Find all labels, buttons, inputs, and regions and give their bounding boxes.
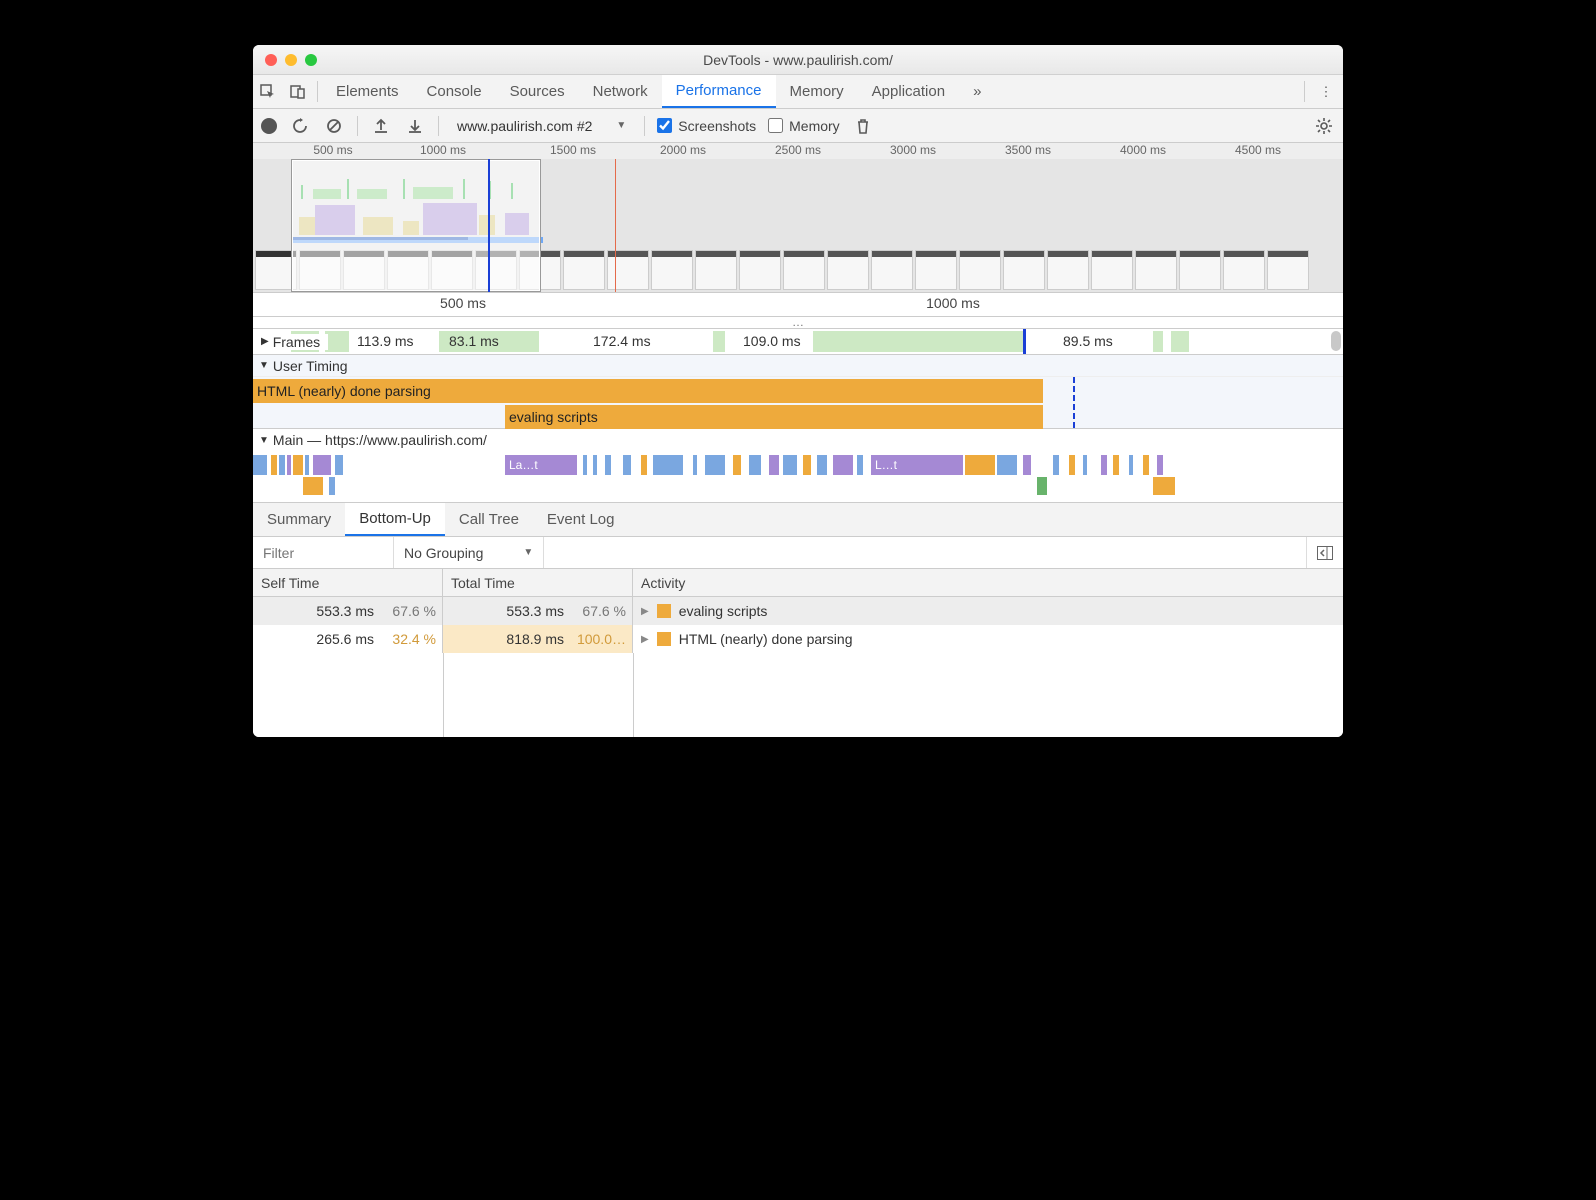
reload-icon[interactable]	[289, 115, 311, 137]
main-thread-track[interactable]: La…t L…t	[253, 451, 1343, 503]
col-header-total-time[interactable]: Total Time	[443, 569, 633, 596]
close-icon[interactable]	[265, 54, 277, 66]
overview-body[interactable]	[253, 159, 1343, 292]
tab-application[interactable]: Application	[858, 75, 959, 108]
settings-gear-icon[interactable]	[1313, 115, 1335, 137]
expand-row-icon[interactable]: ▶	[641, 606, 649, 617]
activity-name: HTML (nearly) done parsing	[679, 631, 853, 647]
tab-event-log[interactable]: Event Log	[533, 503, 629, 536]
garbage-collect-icon[interactable]	[852, 115, 874, 137]
ov-tick: 500 ms	[313, 143, 352, 157]
filter-row: No Grouping ▼	[253, 537, 1343, 569]
main-thread-label: Main — https://www.paulirish.com/	[273, 432, 487, 448]
overview-marker-blue	[488, 159, 490, 292]
screenshots-checkbox-input[interactable]	[657, 118, 672, 133]
dropdown-caret-icon: ▼	[616, 120, 626, 131]
ruler-tick: 500 ms	[440, 295, 486, 311]
ov-tick: 2000 ms	[660, 143, 706, 157]
bottom-up-table-header: Self Time Total Time Activity	[253, 569, 1343, 597]
details-tabs: Summary Bottom-Up Call Tree Event Log	[253, 503, 1343, 537]
frames-label: Frames	[273, 334, 320, 350]
expand-icon[interactable]: ▶	[261, 336, 269, 347]
save-profile-icon[interactable]	[404, 115, 426, 137]
inspect-icon[interactable]	[253, 75, 283, 108]
recording-select[interactable]: www.paulirish.com #2 ▼	[451, 118, 632, 134]
user-timing-header[interactable]: ▼ User Timing	[253, 355, 1343, 377]
tabs-overflow-icon[interactable]: »	[959, 75, 995, 108]
collapse-icon[interactable]: ▼	[259, 360, 269, 371]
tab-performance[interactable]: Performance	[662, 75, 776, 108]
devtools-window: DevTools - www.paulirish.com/ Elements C…	[253, 45, 1343, 737]
titlebar: DevTools - www.paulirish.com/	[253, 45, 1343, 75]
ruler-tick: 1000 ms	[926, 295, 980, 311]
minimize-icon[interactable]	[285, 54, 297, 66]
recording-select-label: www.paulirish.com #2	[457, 118, 592, 134]
ov-tick: 4500 ms	[1235, 143, 1281, 157]
device-toggle-icon[interactable]	[283, 75, 313, 108]
screenshots-checkbox[interactable]: Screenshots	[657, 118, 756, 134]
grouping-select[interactable]: No Grouping ▼	[394, 537, 544, 568]
collapse-icon[interactable]: ▼	[259, 435, 269, 446]
panel-tabs: Elements Console Sources Network Perform…	[253, 75, 1343, 109]
overview-selection-window[interactable]	[291, 159, 541, 292]
tab-console[interactable]: Console	[413, 75, 496, 108]
table-row[interactable]: 553.3 ms67.6 % 553.3 ms67.6 % ▶ evaling …	[253, 597, 1343, 625]
expand-row-icon[interactable]: ▶	[641, 634, 649, 645]
zoom-icon[interactable]	[305, 54, 317, 66]
memory-label: Memory	[789, 118, 840, 134]
grouping-label: No Grouping	[404, 545, 483, 561]
col-header-self-time[interactable]: Self Time	[253, 569, 443, 596]
collapsed-tracks-indicator[interactable]: …	[253, 317, 1343, 329]
timing-marker-dashed	[1073, 377, 1075, 428]
ov-tick: 1000 ms	[420, 143, 466, 157]
screenshots-label: Screenshots	[678, 118, 756, 134]
tab-summary[interactable]: Summary	[253, 503, 345, 536]
timing-bar-html-parsing[interactable]: HTML (nearly) done parsing	[253, 379, 1043, 403]
main-thread-header[interactable]: ▼ Main — https://www.paulirish.com/	[253, 429, 1343, 451]
ov-tick: 1500 ms	[550, 143, 596, 157]
col-header-activity[interactable]: Activity	[633, 569, 1343, 596]
overview-ruler: 500 ms 1000 ms 1500 ms 2000 ms 2500 ms 3…	[253, 143, 1343, 159]
performance-toolbar: www.paulirish.com #2 ▼ Screenshots Memor…	[253, 109, 1343, 143]
ov-tick: 3500 ms	[1005, 143, 1051, 157]
timeline-overview[interactable]: 500 ms 1000 ms 1500 ms 2000 ms 2500 ms 3…	[253, 143, 1343, 293]
bottom-up-table: 553.3 ms67.6 % 553.3 ms67.6 % ▶ evaling …	[253, 597, 1343, 737]
kebab-menu-icon[interactable]: ⋮	[1309, 75, 1343, 108]
timing-bar-evaling-scripts[interactable]: evaling scripts	[505, 405, 1043, 429]
filter-input[interactable]	[263, 545, 383, 561]
clear-icon[interactable]	[323, 115, 345, 137]
activity-name: evaling scripts	[679, 603, 768, 619]
record-button[interactable]	[261, 118, 277, 134]
user-timing-label: User Timing	[273, 358, 348, 374]
ov-tick: 4000 ms	[1120, 143, 1166, 157]
load-profile-icon[interactable]	[370, 115, 392, 137]
flamegraph-ruler[interactable]: 500 ms 1000 ms	[253, 293, 1343, 317]
color-swatch	[657, 604, 671, 618]
window-title: DevTools - www.paulirish.com/	[253, 52, 1343, 68]
tab-sources[interactable]: Sources	[496, 75, 579, 108]
user-timing-track[interactable]: HTML (nearly) done parsing evaling scrip…	[253, 377, 1343, 429]
dropdown-caret-icon: ▼	[523, 547, 533, 558]
memory-checkbox-input[interactable]	[768, 118, 783, 133]
ov-tick: 2500 ms	[775, 143, 821, 157]
toggle-sidebar-icon[interactable]	[1306, 537, 1343, 568]
tab-call-tree[interactable]: Call Tree	[445, 503, 533, 536]
frames-track[interactable]: 113.9 ms 83.1 ms 172.4 ms 109.0 ms 89.5 …	[253, 329, 1343, 355]
table-row[interactable]: 265.6 ms32.4 % 818.9 ms100.0… ▶ HTML (ne…	[253, 625, 1343, 653]
ov-tick: 3000 ms	[890, 143, 936, 157]
tab-network[interactable]: Network	[579, 75, 662, 108]
tab-elements[interactable]: Elements	[322, 75, 413, 108]
overview-marker-red	[615, 159, 616, 292]
tab-bottom-up[interactable]: Bottom-Up	[345, 503, 445, 536]
memory-checkbox[interactable]: Memory	[768, 118, 840, 134]
color-swatch	[657, 632, 671, 646]
tab-memory[interactable]: Memory	[776, 75, 858, 108]
window-controls	[253, 54, 317, 66]
